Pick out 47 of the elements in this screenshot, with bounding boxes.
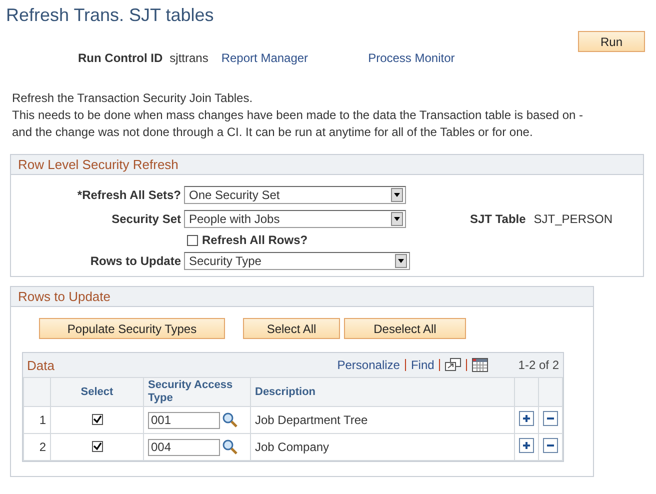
run-control-label: Run Control ID [78,51,163,65]
description-cell: Job Department Tree [250,406,514,434]
description-text: Refresh the Transaction Security Join Tables. [12,90,254,107]
personalize-link[interactable]: Personalize [337,358,400,372]
refresh-all-sets-dropdown[interactable]: One Security Set [184,186,406,204]
populate-security-types-button[interactable]: Populate Security Types [39,318,225,339]
row-range: 1-2 of 2 [518,358,559,372]
spreadsheet-icon[interactable] [472,358,488,372]
section-title: Rows to Update [17,289,110,304]
add-row-icon[interactable] [519,411,534,426]
field-label: Security Set [110,212,181,226]
field-label: *Refresh All Sets? [76,188,181,202]
select-checkbox[interactable] [92,441,102,452]
grid-title: Data [27,358,54,372]
new-window-icon[interactable] [445,358,462,372]
add-row-icon[interactable] [519,438,534,453]
field-label: Rows to Update [89,254,181,268]
description-text: and the change was not done through a CI. It can be run at anytime for all of the Tables or for one. [12,124,534,141]
deselect-all-button[interactable]: Deselect All [344,318,466,339]
refresh-all-rows-label: Refresh All Rows? [202,233,308,247]
security-access-type-field[interactable]: 001 [148,412,220,428]
sjt-table-value: SJT_PERSON [534,212,612,226]
row-number: 1 [24,406,50,434]
select-checkbox[interactable] [92,414,102,425]
run-button[interactable]: Run [578,31,645,52]
column-header: Description [250,378,514,406]
report-manager-link[interactable]: Report Manager [221,51,308,65]
section-title: Row Level Security Refresh [17,157,178,172]
sjt-table-label: SJT Table [470,212,526,226]
refresh-all-rows-checkbox[interactable] [187,234,198,246]
select-all-button[interactable]: Select All [243,318,340,339]
description-text: This needs to be done when mass changes have been made to the data the Transaction table is based on - [12,107,584,124]
search-icon[interactable] [222,439,238,455]
column-header: Select [50,378,144,406]
find-link[interactable]: Find [410,358,434,372]
run-control-value: sjttrans [170,51,208,65]
delete-row-icon[interactable] [543,438,558,453]
rows-to-update-dropdown[interactable]: Security Type [184,252,410,270]
description-cell: Job Company [250,434,514,460]
security-set-dropdown[interactable]: People with Jobs [184,210,406,228]
process-monitor-link[interactable]: Process Monitor [368,51,455,65]
column-header: Security Access Type [144,378,250,406]
page-title: Refresh Trans. SJT tables [5,4,215,27]
search-icon[interactable] [222,412,238,428]
delete-row-icon[interactable] [543,411,558,426]
security-access-type-field[interactable]: 004 [148,438,220,456]
row-number: 2 [24,434,50,460]
